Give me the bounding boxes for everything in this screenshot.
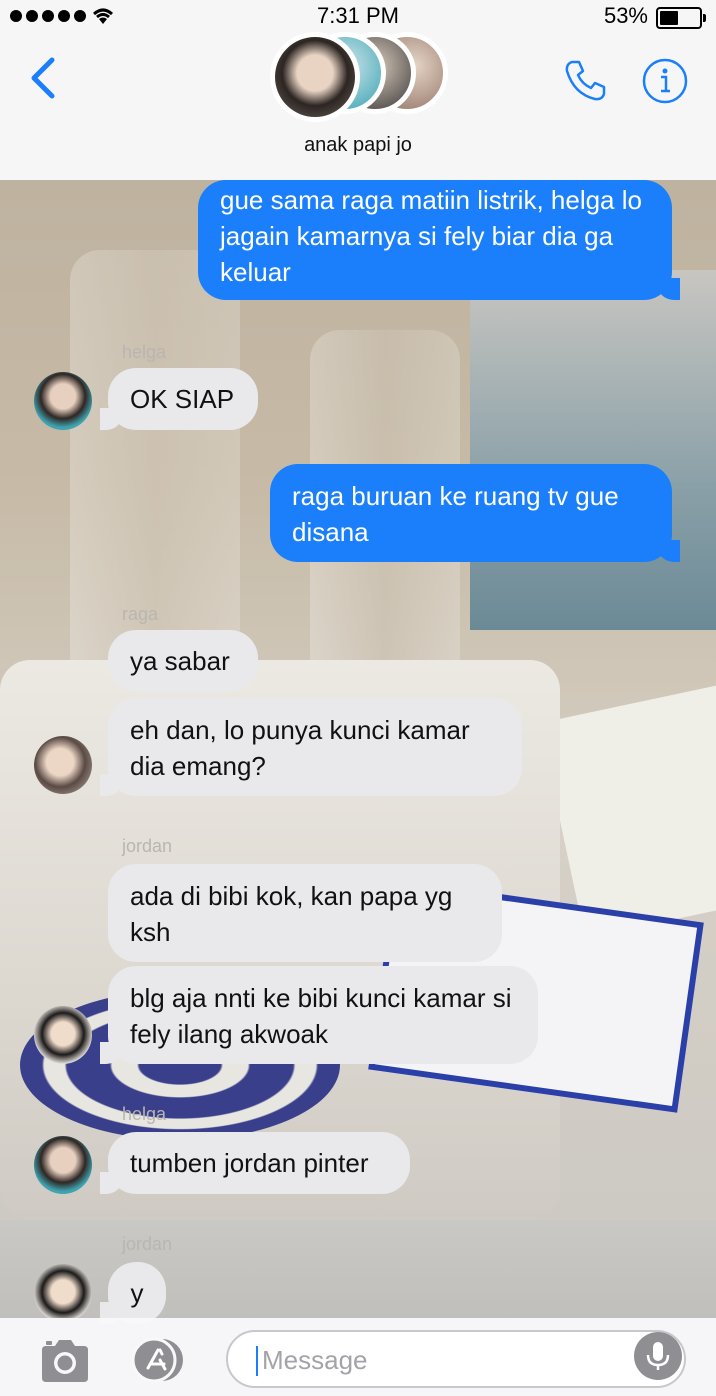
outgoing-message[interactable]: gue sama raga matiin listrik, helga lo j… xyxy=(198,180,680,300)
outgoing-message[interactable]: raga buruan ke ruang tv gue disana xyxy=(270,464,680,562)
sender-name: helga xyxy=(122,1104,167,1124)
conversation-header: 7:31 PM 53% anak papi jo xyxy=(0,0,716,180)
contact-avatar[interactable] xyxy=(34,1006,92,1064)
info-icon[interactable] xyxy=(640,56,690,106)
incoming-message[interactable]: tumben jordan pinter xyxy=(100,1132,410,1194)
incoming-message[interactable]: OK SIAP xyxy=(100,368,258,430)
message-list[interactable]: gue sama raga matiin listrik, helga lo j… xyxy=(0,180,716,1324)
group-avatars[interactable] xyxy=(270,32,460,122)
battery-percentage: 53% xyxy=(603,3,648,28)
sender-name: raga xyxy=(122,604,159,624)
incoming-message[interactable]: ada di bibi kok, kan papa yg ksh xyxy=(108,864,502,962)
sender-name: jordan xyxy=(122,836,173,856)
member-avatar xyxy=(270,32,360,122)
composer-bar: Message xyxy=(0,1318,716,1396)
incoming-message[interactable]: eh dan, lo punya kunci kamar dia emang? xyxy=(100,698,522,796)
text-caret xyxy=(256,1346,258,1376)
status-bar: 7:31 PM 53% xyxy=(0,0,716,32)
incoming-message[interactable]: y xyxy=(100,1262,166,1324)
battery-icon xyxy=(656,7,706,29)
microphone-icon[interactable] xyxy=(634,1332,682,1380)
camera-icon[interactable] xyxy=(38,1338,92,1384)
message-placeholder: Message xyxy=(262,1345,368,1375)
incoming-message[interactable]: ya sabar xyxy=(108,630,258,692)
sender-name: helga xyxy=(122,342,167,362)
phone-icon[interactable] xyxy=(560,56,610,106)
back-chevron-icon[interactable] xyxy=(26,56,66,100)
sender-name: jordan xyxy=(122,1234,173,1254)
contact-avatar[interactable] xyxy=(34,736,92,794)
incoming-message[interactable]: blg aja nnti ke bibi kunci kamar si fely… xyxy=(100,966,538,1064)
contact-avatar[interactable] xyxy=(34,372,92,430)
group-name[interactable]: anak papi jo xyxy=(0,134,716,157)
contact-avatar[interactable] xyxy=(34,1136,92,1194)
contact-avatar[interactable] xyxy=(34,1264,92,1322)
message-input[interactable]: Message xyxy=(226,1330,686,1388)
app-store-icon[interactable] xyxy=(128,1336,192,1384)
